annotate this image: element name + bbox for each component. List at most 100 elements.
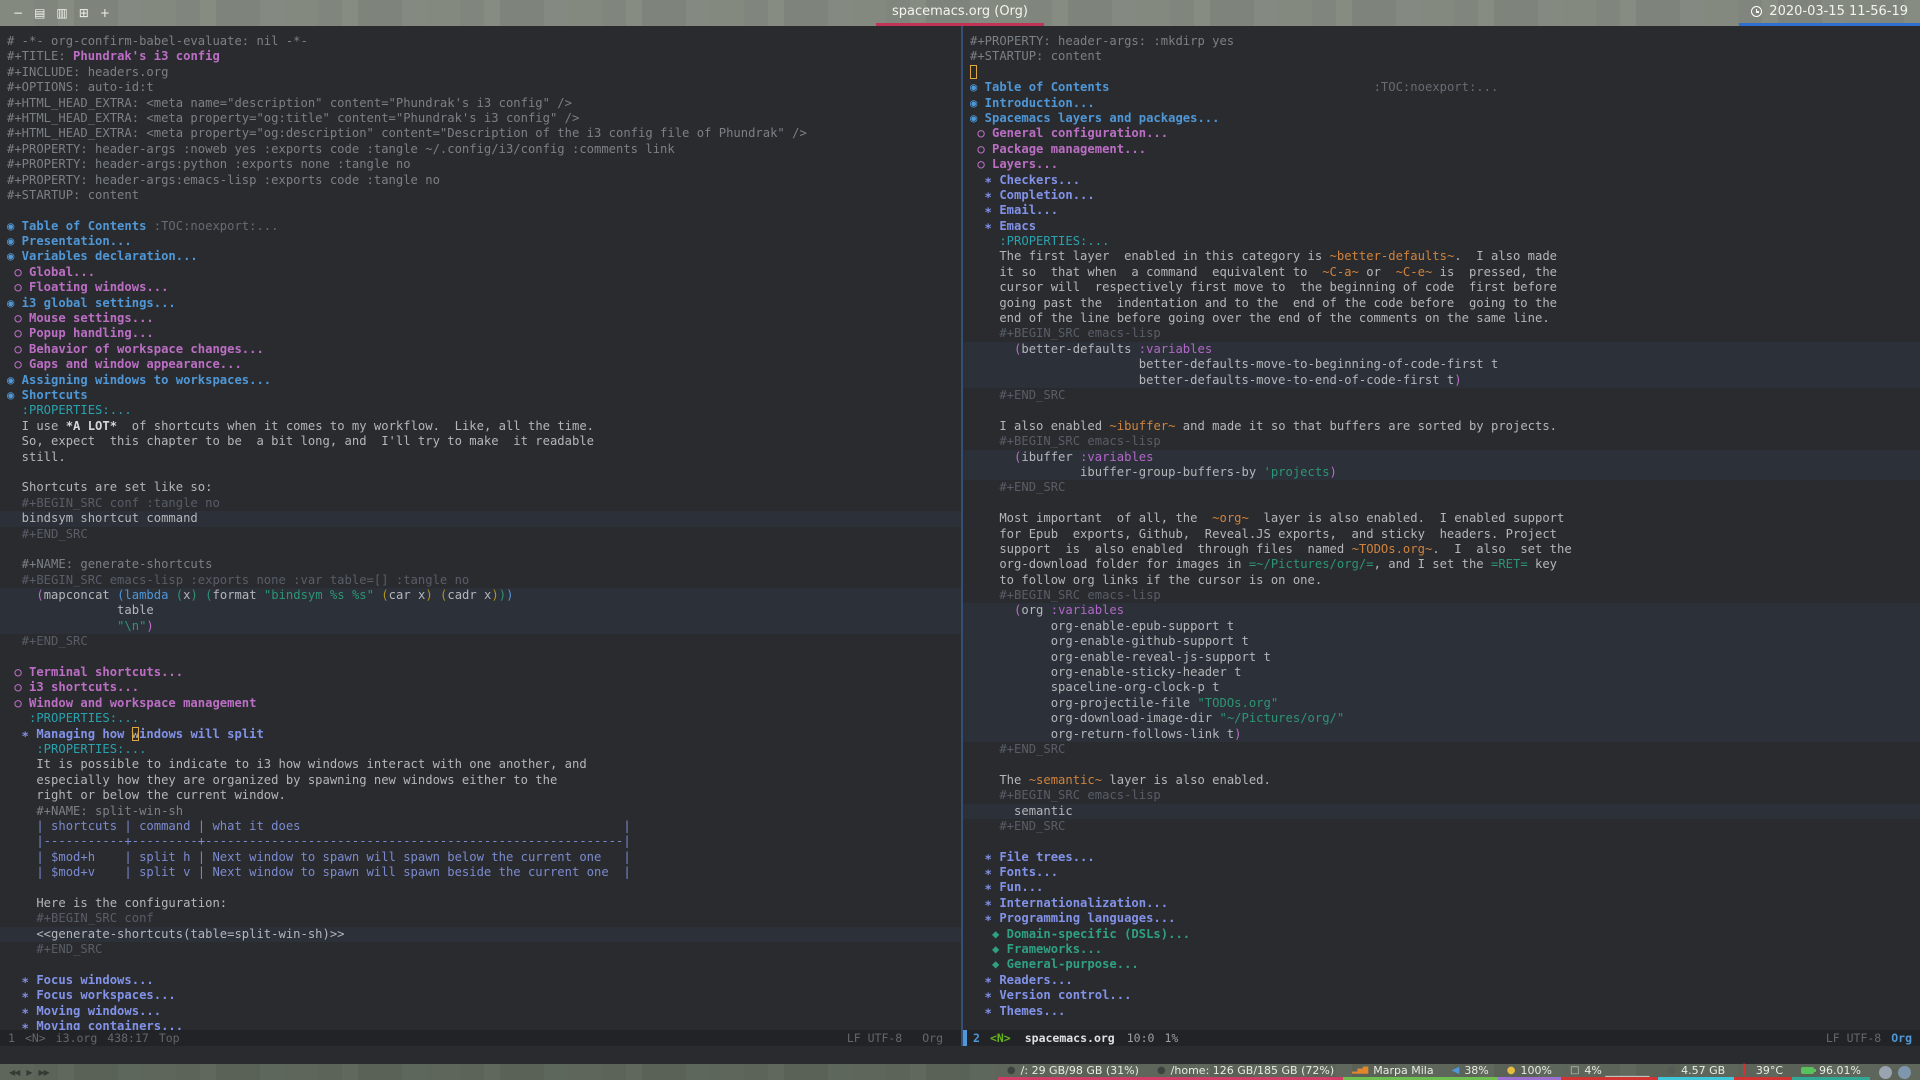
temp-icon: ▎	[1743, 1064, 1751, 1076]
text-segment: right or below the current window.	[7, 788, 286, 803]
module-memory[interactable]: ● 4.57 GB	[1658, 1064, 1735, 1080]
echo-area[interactable]	[0, 1046, 1920, 1064]
text-segment: #+HTML_HEAD_EXTRA: <meta property="og:ti…	[7, 110, 580, 125]
text-segment: ◉ Table of Contents	[970, 80, 1110, 95]
buffer-line: ∗ File trees...	[963, 850, 1920, 865]
buffer-line: (org :variables	[963, 603, 1920, 619]
text-segment: indows will split	[139, 726, 264, 741]
active-window-title[interactable]: spacemacs.org (Org)	[875, 0, 1045, 26]
battery-icon	[1801, 1067, 1817, 1074]
module-value: 100%	[1520, 1064, 1552, 1077]
module-disk-home[interactable]: ● /home: 126 GB/185 GB (72%)	[1147, 1064, 1344, 1080]
text-segment: ~C-e~	[1395, 264, 1433, 279]
plus-icon[interactable]: +	[100, 6, 110, 20]
text-segment: org-download-image-dir	[970, 711, 1220, 726]
text-segment	[7, 619, 117, 633]
text-segment: and made it so that buffers are sorted b…	[1175, 418, 1558, 433]
buffer-line: #+PROPERTY: header-args:emacs-lisp :expo…	[0, 173, 961, 188]
layout-tabbed-icon[interactable]: ▥	[56, 6, 67, 20]
buffer-line: #+END_SRC	[963, 480, 1920, 495]
text-segment: ○ General configuration...	[970, 126, 1169, 141]
previous-track-icon[interactable]: ◀◀	[9, 1068, 20, 1077]
text-segment: spaceline-org-clock-p t	[970, 680, 1220, 695]
text-segment: cadr x	[447, 588, 492, 603]
layout-split-icon[interactable]: ⊞	[79, 6, 89, 20]
module-music[interactable]: ▂▅▇ Marpa Mila	[1343, 1064, 1443, 1080]
text-segment: #+END_SRC	[7, 526, 88, 541]
clock-widget[interactable]: 2020-03-15 11-56-19	[1739, 0, 1920, 26]
text-segment: #+END_SRC	[970, 387, 1066, 402]
buffer-line: (better-defaults :variables	[963, 341, 1920, 358]
buffer-line: #+INCLUDE: headers.org	[0, 65, 961, 80]
text-segment: #+TITLE:	[7, 49, 74, 64]
text-segment: # -*- org-confirm-babel-evaluate: nil -*…	[7, 34, 308, 48]
text-segment: ∗ Internationalization...	[970, 895, 1169, 910]
text-segment: 'projects	[1263, 464, 1330, 479]
text-segment: . I also made	[1454, 249, 1558, 264]
buffer-window-spacemacs-org[interactable]: #+PROPERTY: header-args: :mkdirp yes #+ST…	[963, 26, 1920, 1030]
text-segment: Phundrak's i3 config	[73, 49, 220, 64]
buffer-line: ∗ Completion...	[963, 188, 1920, 203]
buffer-line: ∗ Emacs	[963, 219, 1920, 234]
window-number: 2	[973, 1031, 980, 1045]
buffer-line: ∗ Internationalization...	[963, 896, 1920, 911]
buffer-line: ∗ Fun...	[963, 880, 1920, 895]
buffer-line: bindsym shortcut command	[0, 511, 961, 527]
discord-tray-icon[interactable]	[1879, 1065, 1892, 1079]
text-segment: :TOC:noexport:...	[153, 218, 279, 233]
buffer-line	[963, 757, 1920, 772]
layout-stacked-icon[interactable]: ▤	[34, 6, 45, 20]
media-controls: ◀◀ ▶ ▶▶	[0, 1064, 58, 1080]
module-temperature[interactable]: ▎ 39°C	[1734, 1064, 1793, 1080]
buffer-line: for Epub exports, Github, Reveal.JS expo…	[963, 527, 1920, 542]
play-icon[interactable]: ▶	[26, 1068, 32, 1077]
text-segment: ◉ Introduction...	[970, 95, 1095, 110]
buffer-line: ∗ Programming languages...	[963, 911, 1920, 926]
buffer-line: ◉ Assigning windows to workspaces...	[0, 373, 961, 388]
buffer-line: ibuffer-group-buffers-by 'projects)	[963, 464, 1920, 481]
text-segment: The	[970, 772, 1029, 787]
text-segment: (	[36, 588, 44, 603]
text-segment: <<generate-shortcuts(table=split-win-sh)…	[7, 926, 345, 941]
text-segment: to follow org links if the cursor is on …	[970, 572, 1323, 587]
telegram-tray-icon[interactable]	[1898, 1065, 1911, 1079]
buffer-line	[0, 465, 961, 480]
system-tray	[1870, 1064, 1920, 1080]
buffer-line: ○ Popup handling...	[0, 326, 961, 341]
buffer-window-i3-org[interactable]: # -*- org-confirm-babel-evaluate: nil -*…	[0, 26, 961, 1030]
text-segment	[970, 342, 1014, 356]
module-brightness[interactable]: ● 100%	[1497, 1064, 1561, 1080]
buffer-line: ○ Global...	[0, 265, 961, 280]
buffer-line: ○ Gaps and window appearance...	[0, 357, 961, 372]
buffer-line: |-----------+---------+-----------------…	[0, 834, 961, 849]
text-segment: #+PROPERTY: header-args:python :exports …	[7, 157, 411, 172]
text-segment: ∗ Focus workspaces...	[7, 988, 176, 1003]
text-segment: #+END_SRC	[970, 741, 1066, 756]
text-segment	[168, 588, 175, 602]
module-battery[interactable]: 96.01%	[1792, 1064, 1870, 1080]
text-segment: especially how they are organized by spa…	[7, 772, 558, 787]
buffer-line	[0, 203, 961, 218]
next-track-icon[interactable]: ▶▶	[38, 1068, 49, 1077]
module-disk-root[interactable]: ● /: 29 GB/98 GB (31%)	[997, 1064, 1148, 1080]
text-segment: ○ Mouse settings...	[7, 311, 154, 326]
text-segment: cursor will respectively first move to t…	[970, 280, 1557, 295]
buffer-line: especially how they are organized by spa…	[0, 773, 961, 788]
text-segment	[970, 450, 1014, 464]
text-segment: ibuffer-group-buffers-by	[970, 464, 1264, 479]
buffer-line: Here is the configuration:	[0, 896, 961, 911]
module-volume[interactable]: ◀ 38%	[1442, 1064, 1498, 1080]
buffer-line: (mapconcat (lambda (x) (format "bindsym …	[0, 588, 961, 604]
scroll-percent: Top	[158, 1031, 180, 1045]
minimize-icon[interactable]: −	[13, 6, 23, 20]
cursor-position: 10:0	[1126, 1031, 1155, 1045]
text-segment: ∗ Checkers...	[970, 172, 1081, 187]
buffer-line	[0, 650, 961, 665]
text-segment: org-download folder for images in	[970, 557, 1249, 572]
module-cpu[interactable]: □ 4% ________	[1560, 1064, 1659, 1080]
memory-icon: ●	[1667, 1064, 1677, 1076]
buffer-line: #+END_SRC	[0, 527, 961, 542]
buffer-line: ◉ Shortcuts	[0, 388, 961, 403]
buffer-line: ◉ Table of Contents :TOC:noexport:...	[963, 80, 1920, 95]
text-segment: , and I set the	[1373, 557, 1491, 572]
